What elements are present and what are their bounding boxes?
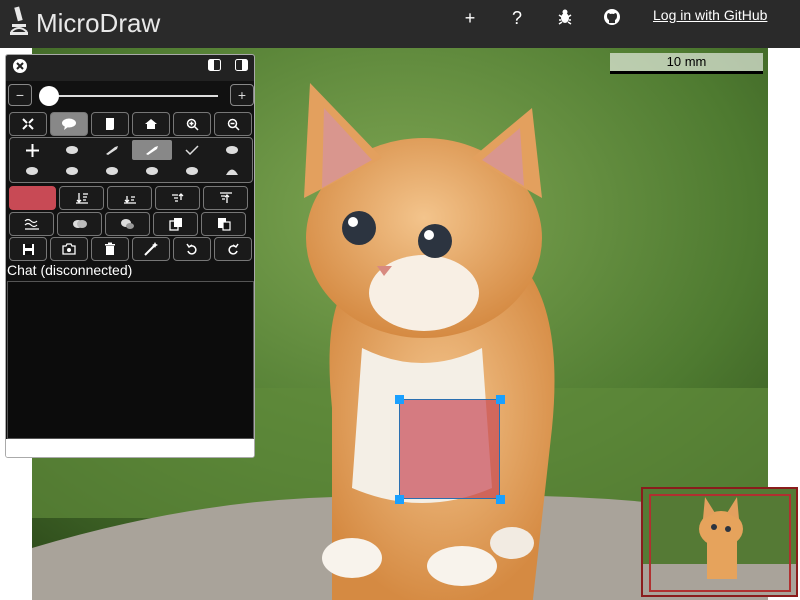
bring-forward-icon[interactable] bbox=[155, 186, 200, 210]
select-region-icon[interactable] bbox=[52, 140, 92, 160]
smooth-icon[interactable] bbox=[132, 161, 172, 181]
chat-status-label: Chat (disconnected) bbox=[7, 262, 133, 278]
save-icon[interactable] bbox=[9, 237, 47, 261]
drawing-tools bbox=[9, 137, 253, 183]
zoom-out-icon[interactable] bbox=[214, 112, 252, 136]
file-toolbar bbox=[6, 237, 254, 261]
zoom-in-button[interactable]: + bbox=[230, 84, 254, 106]
draw-polygon-icon[interactable] bbox=[132, 140, 172, 160]
zoom-slider-handle[interactable] bbox=[39, 86, 60, 106]
pen-icon[interactable] bbox=[172, 140, 212, 160]
dock-left-icon[interactable] bbox=[206, 59, 222, 75]
fullscreen-icon[interactable] bbox=[9, 112, 47, 136]
delete-icon[interactable] bbox=[91, 237, 129, 261]
navigation-toolbar bbox=[6, 112, 254, 136]
magic-wand-icon[interactable] bbox=[212, 140, 252, 160]
bring-to-front-icon[interactable] bbox=[203, 186, 248, 210]
dock-right-icon[interactable] bbox=[233, 59, 249, 75]
annotation-region[interactable] bbox=[399, 399, 500, 499]
flip-icon[interactable] bbox=[52, 161, 92, 181]
resize-handle[interactable] bbox=[395, 495, 404, 504]
login-github-link[interactable]: Log in with GitHub bbox=[653, 7, 767, 23]
draw-icon[interactable] bbox=[92, 140, 132, 160]
zoom-controls: − + bbox=[6, 83, 254, 109]
edit-toolbar bbox=[6, 212, 254, 236]
microscope-icon bbox=[8, 6, 30, 41]
help-icon[interactable]: ? bbox=[505, 8, 529, 28]
paste-icon[interactable] bbox=[201, 212, 246, 236]
close-icon[interactable] bbox=[12, 59, 28, 75]
tools-panel: − + Chat (disconnected) bbox=[5, 54, 255, 458]
screenshot-icon[interactable] bbox=[50, 237, 88, 261]
region-toolbar bbox=[6, 186, 254, 210]
resize-handle[interactable] bbox=[496, 395, 505, 404]
undo-icon[interactable] bbox=[173, 237, 211, 261]
chat-input[interactable] bbox=[6, 439, 254, 457]
zoom-slider[interactable] bbox=[42, 95, 218, 97]
navigator-thumbnail[interactable] bbox=[641, 487, 798, 597]
resize-handle[interactable] bbox=[496, 495, 505, 504]
move-icon[interactable] bbox=[12, 140, 52, 160]
panel-header[interactable] bbox=[6, 55, 254, 81]
delete-point-icon[interactable] bbox=[212, 161, 252, 181]
script-icon[interactable] bbox=[91, 112, 129, 136]
rotate-icon[interactable] bbox=[12, 161, 52, 181]
simplify-icon[interactable] bbox=[92, 161, 132, 181]
github-icon[interactable] bbox=[600, 8, 624, 28]
bug-icon[interactable] bbox=[553, 8, 577, 28]
scale-bar: 10 mm bbox=[610, 53, 763, 74]
app-title: MicroDraw bbox=[36, 8, 161, 38]
add-point-icon[interactable] bbox=[172, 161, 212, 181]
subtract-icon[interactable] bbox=[105, 212, 150, 236]
home-icon[interactable] bbox=[132, 112, 170, 136]
region-color-button[interactable] bbox=[9, 186, 56, 210]
add-icon[interactable]: + bbox=[458, 8, 482, 28]
top-bar: MicroDraw + ? Log in with GitHub bbox=[0, 0, 800, 48]
magic-wand-icon[interactable] bbox=[132, 237, 170, 261]
resize-handle[interactable] bbox=[395, 395, 404, 404]
redo-icon[interactable] bbox=[214, 237, 252, 261]
navigator-viewport[interactable] bbox=[649, 494, 791, 592]
zoom-in-icon[interactable] bbox=[173, 112, 211, 136]
app-logo: MicroDraw bbox=[8, 6, 160, 41]
chat-icon[interactable] bbox=[50, 112, 88, 136]
send-backward-icon[interactable] bbox=[107, 186, 152, 210]
send-to-back-icon[interactable] bbox=[59, 186, 104, 210]
texture-icon[interactable] bbox=[9, 212, 54, 236]
union-icon[interactable] bbox=[57, 212, 102, 236]
copy-icon[interactable] bbox=[153, 212, 198, 236]
zoom-out-button[interactable]: − bbox=[8, 84, 32, 106]
chat-messages bbox=[7, 281, 254, 439]
